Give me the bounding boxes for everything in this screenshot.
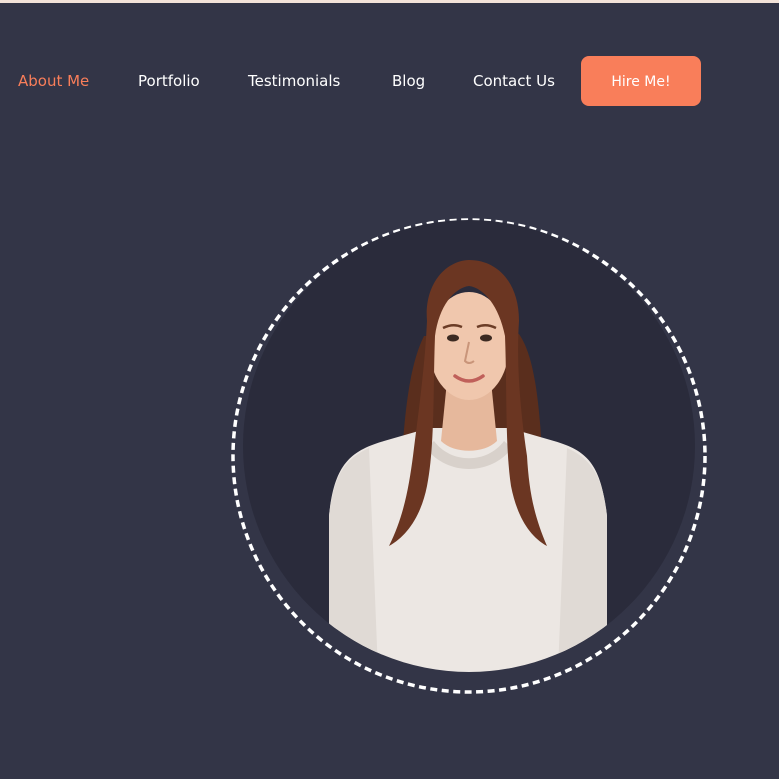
portrait-photo: [231, 218, 707, 694]
nav-link-contact-us[interactable]: Contact Us: [473, 56, 555, 106]
nav-link-testimonials[interactable]: Testimonials: [248, 56, 340, 106]
main-nav: About Me Portfolio Testimonials Blog Con…: [0, 56, 779, 106]
hero-photo-frame: [229, 216, 709, 696]
nav-link-blog[interactable]: Blog: [392, 56, 425, 106]
top-accent-strip: [0, 0, 779, 3]
hire-me-button[interactable]: Hire Me!: [581, 56, 701, 106]
nav-link-about-me[interactable]: About Me: [18, 56, 89, 106]
nav-link-portfolio[interactable]: Portfolio: [138, 56, 200, 106]
